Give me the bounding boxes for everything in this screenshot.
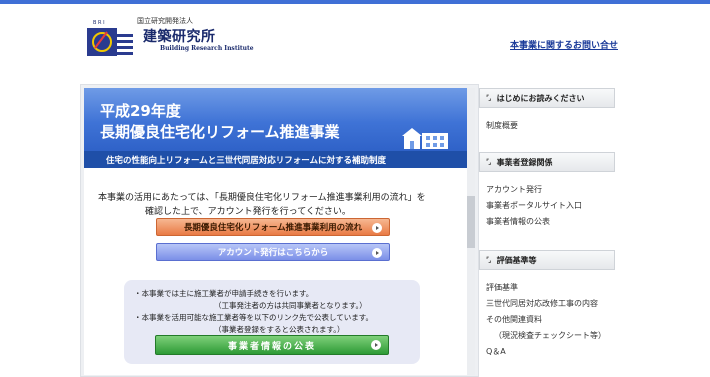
account-issue-label: アカウント発行はこちらから	[217, 248, 329, 258]
svg-text:B R I: B R I	[93, 20, 105, 26]
sidebar-heading-criteria: ⌜⌟ 評価基準等	[479, 250, 615, 270]
house-icon	[400, 124, 450, 150]
business-info-publication-label: 事業者情報の公表	[227, 341, 316, 352]
banner-year-title: 平成29年度	[100, 102, 181, 120]
bri-logo-icon[interactable]: B R I	[85, 18, 135, 60]
notice-line: （工事発注者の方は共同事業者となります。）	[214, 301, 367, 310]
banner-program-title: 長期優良住宅化リフォーム推進事業	[100, 123, 340, 141]
sidebar-item-criteria[interactable]: 評価基準	[486, 282, 518, 293]
corner-mark-icon: ⌜⌟	[486, 256, 491, 264]
notice-line: ・本事業では主に施工業者が申請手続きを行います。	[134, 289, 314, 298]
contact-link[interactable]: 本事業に関するお問い合せ	[510, 38, 618, 51]
top-accent-line	[0, 0, 710, 4]
sidebar-heading-label: 事業者登録関係	[496, 157, 553, 167]
sidebar-item-checksheet[interactable]: （現況検査チェックシート等）	[494, 330, 606, 341]
account-issue-button[interactable]: アカウント発行はこちらから	[156, 243, 390, 261]
sidebar-item-faq[interactable]: Q＆A	[486, 346, 506, 357]
arrow-right-icon	[372, 248, 382, 258]
arrow-right-icon	[372, 223, 382, 233]
corner-mark-icon: ⌜⌟	[486, 158, 491, 166]
banner-subtitle: 住宅の性能向上リフォームと三世代同居対応リフォームに対する補助制度	[106, 156, 386, 166]
sidebar-item-business-info[interactable]: 事業者情報の公表	[486, 216, 550, 227]
org-name-english: Building Research Institute	[160, 45, 254, 52]
notice-line: （事業者登録をすると公表されます。）	[214, 325, 345, 334]
arrow-right-icon	[371, 340, 381, 350]
usage-flow-button[interactable]: 長期優良住宅化リフォーム推進事業利用の流れ	[156, 218, 390, 236]
sidebar-item-account-issue[interactable]: アカウント発行	[486, 184, 542, 195]
sidebar-heading-label: はじめにお読みください	[496, 93, 585, 103]
sidebar-heading-intro: ⌜⌟ はじめにお読みください	[479, 88, 615, 108]
corner-mark-icon: ⌜⌟	[486, 94, 491, 102]
sidebar-item-three-generation[interactable]: 三世代同居対応改修工事の内容	[486, 298, 598, 309]
sidebar-item-related-docs[interactable]: その他関連資料	[486, 314, 542, 325]
sidebar-item-overview[interactable]: 制度概要	[486, 120, 518, 131]
sidebar-item-portal-entrance[interactable]: 事業者ポータルサイト入口	[486, 200, 582, 211]
usage-flow-label: 長期優良住宅化リフォーム推進事業利用の流れ	[183, 223, 363, 233]
org-type-label: 国立研究開発法人	[137, 17, 193, 25]
notice-line: ・本事業を活用可能な施工業者等を以下のリンク先で公表しています。	[134, 313, 374, 322]
intro-text-line2: 確認した上で、アカウント発行を行ってください。	[145, 207, 351, 217]
org-name: 建築研究所	[143, 29, 216, 45]
scrollbar-thumb[interactable]	[467, 196, 475, 248]
sidebar-heading-label: 評価基準等	[496, 255, 537, 265]
intro-text-line1: 本事業の活用にあたっては、「長期優良住宅化リフォーム推進事業利用の流れ」を	[98, 193, 426, 203]
business-info-publication-button[interactable]: 事業者情報の公表	[155, 335, 389, 355]
sidebar-heading-registration: ⌜⌟ 事業者登録関係	[479, 152, 615, 172]
